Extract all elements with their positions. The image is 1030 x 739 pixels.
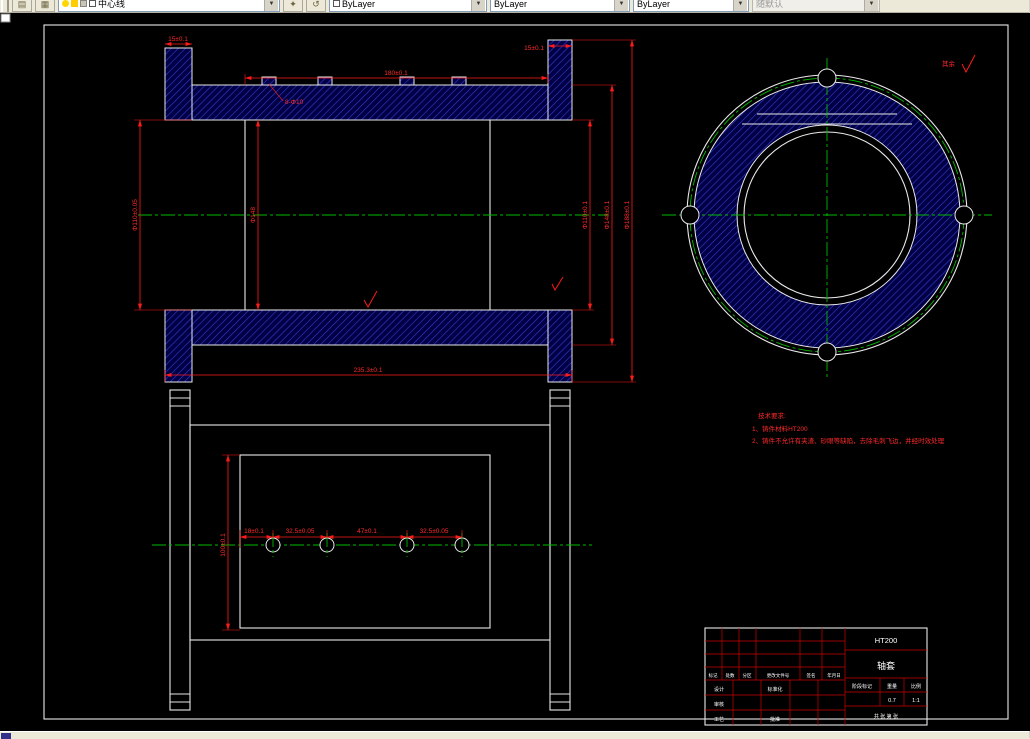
standardize-label: 标准化 [767,686,782,693]
layer-thaw-icon [71,0,78,7]
properties-toolbar: ▤ ▦ 中心线 ▼ ✦ ↺ ByLayer ▼ ByLayer ▼ ByLaye… [0,0,1029,13]
dim-right-d2: Φ148±0.1 [604,200,611,229]
col-docno-label: 更改文件号 [767,672,790,679]
model-space-canvas[interactable]: 15±0.1 180±0.1 15±0.1 8-Φ10 Φ110±0.05 Φ1… [0,13,1030,731]
make-current-icon: ✦ [289,0,297,9]
col-mark-label: 标记 [709,672,718,679]
dim-bore: Φ110±0.05 [132,199,139,231]
dim-top-width: 180±0.1 [384,70,408,77]
layer-previous-icon: ↺ [312,0,320,9]
notes-title: 技术要求: [758,411,786,420]
notes-item-1: 1、铸件材料HT200 [752,424,808,433]
dim-flange-left-thickness: 15±0.1 [168,36,188,43]
layer-combo-value: 中心线 [98,0,126,9]
lineweight-combo[interactable]: ByLayer ▼ [633,0,749,12]
color-combo[interactable]: ByLayer ▼ [329,0,487,12]
cad-drawing[interactable]: 15±0.1 180±0.1 15±0.1 8-Φ10 Φ110±0.05 Φ1… [0,13,1030,731]
chevron-down-icon[interactable]: ▼ [471,0,485,11]
plotstyle-combo-value: 随默认 [756,0,784,9]
chevron-down-icon: ▼ [864,0,878,11]
plotstyle-combo: 随默认 ▼ [752,0,880,12]
layer-states-button[interactable]: ▦ [35,0,55,12]
dim-right-d3: Φ188±0.1 [624,200,631,229]
process-label: 工艺 [714,717,724,723]
roughness-rest-label: 其余 [942,59,956,68]
lineweight-combo-value: ByLayer [637,0,671,9]
color-combo-value: ByLayer [342,0,376,9]
dim-holes-note: 8-Φ10 [285,99,304,106]
bolt-hole [954,205,974,225]
dim-plan-h3: 47±0.1 [357,528,377,535]
dim-flange-right-thickness: 15±0.1 [524,45,544,52]
layer-manager-button[interactable]: ▤ [12,0,32,12]
layers-icon: ▤ [17,0,27,9]
linetype-combo[interactable]: ByLayer ▼ [490,0,630,12]
toolbar-grip[interactable] [1,0,9,12]
dim-plan-h4: 32.5±0.05 [420,528,449,535]
window-control-remnant [0,13,11,23]
sheet-count: 共 张 第 张 [874,713,898,720]
weight-label: 重量 [887,683,897,690]
layer-combo[interactable]: 中心线 ▼ [58,0,280,12]
bolt-hole [680,205,700,225]
dim-total-length: 235.3±0.1 [354,367,383,374]
dim-right-d1: Φ110±0.1 [582,201,589,230]
linetype-combo-value: ByLayer [494,0,528,9]
part-name: 轴套 [877,660,895,671]
layer-lock-icon [80,0,87,7]
dim-bore-step: Φ148 [250,207,257,223]
col-date-label: 年月日 [827,672,841,679]
scale-label: 比例 [911,683,921,690]
color-swatch [333,0,340,7]
layer-on-icon [62,0,69,7]
dim-plan-h1: 18±0.1 [244,528,264,535]
chevron-down-icon[interactable]: ▼ [733,0,747,11]
notes-item-2: 2、铸件不允许有夹渣、砂眼等缺陷，去除毛刺飞边，并经时效处理 [752,436,945,445]
material-label: HT200 [875,636,898,645]
col-count-label: 处数 [726,672,735,679]
stage-label: 阶段标记 [852,683,872,690]
dim-plan-h2: 32.5±0.05 [286,528,315,535]
approve-label: 批准 [770,716,780,723]
bolt-hole [817,342,837,362]
layer-state-icon: ▦ [40,0,50,9]
col-zone-label: 分区 [743,672,752,679]
chevron-down-icon[interactable]: ▼ [264,0,278,11]
layer-color-swatch [89,0,96,7]
scale-value: 1:1 [912,698,920,704]
bolt-hole [817,68,837,88]
layer-previous-button[interactable]: ↺ [306,0,326,12]
check-label: 审核 [714,701,724,708]
design-label: 设计 [714,686,724,693]
weight-value: 0.7 [888,698,896,704]
dim-plan-height: 100±0.1 [220,533,227,557]
chevron-down-icon[interactable]: ▼ [614,0,628,11]
make-object-layer-current-button[interactable]: ✦ [283,0,303,12]
col-sign-label: 签名 [807,672,816,679]
